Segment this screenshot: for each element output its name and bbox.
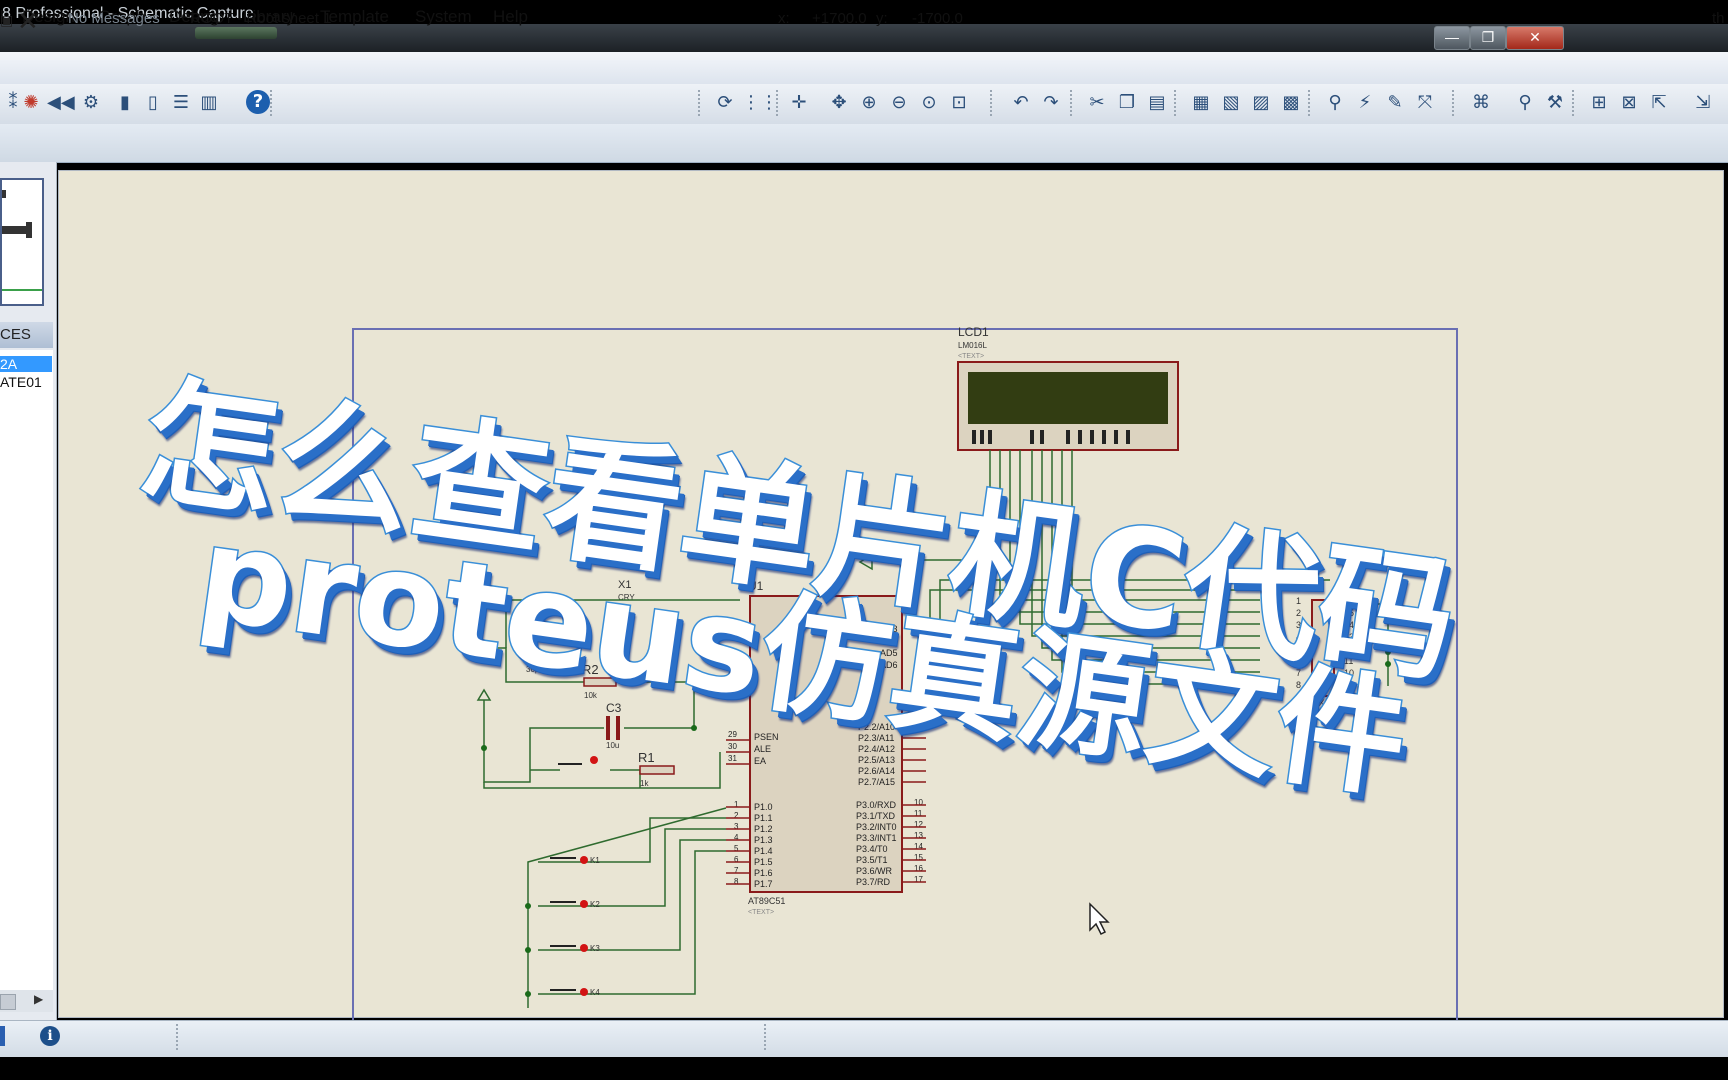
mcu-pin-label: P1.2 (754, 824, 773, 834)
lcd-screen (968, 372, 1168, 424)
r1-value-label: 1k (640, 779, 649, 788)
mcu-pin-label: P3.3/INT1 (856, 833, 897, 843)
mcu-pin-label: P1.0 (754, 802, 773, 812)
mcu-pin-label: P1.5 (754, 857, 773, 867)
mcu-part-label: AT89C51 (748, 896, 785, 906)
mcu-pin-number: 29 (728, 730, 737, 739)
lcd-text-tag: <TEXT> (958, 353, 984, 360)
status-y-label: y: (876, 10, 888, 27)
lcd-component[interactable] (957, 361, 1179, 451)
c3-value-label: 10u (606, 741, 619, 750)
mcu-pin-label: P3.4/T0 (856, 844, 888, 854)
mcu-pin-label: P1.6 (754, 868, 773, 878)
mcu-pin-label: P3.2/INT0 (856, 822, 897, 832)
mcu-pin-label: P3.7/RD (856, 877, 891, 887)
status-bar (0, 1020, 1728, 1057)
key-button-k3 (550, 944, 588, 952)
key-label: K3 (590, 944, 600, 953)
mcu-pin-number: 30 (728, 742, 737, 751)
r1-ref-label: R1 (638, 750, 655, 765)
status-play-indicator[interactable] (0, 1026, 5, 1046)
mcu-p1-pins: P1.0 P1.1 P1.2 P1.3 P1.4 P1.5 P1.6 P1.7 (754, 802, 773, 889)
mcu-text-tag: <TEXT> (748, 909, 774, 916)
key-button-k4 (550, 988, 588, 996)
status-separator (176, 1024, 178, 1052)
key-labels: K1 K2 K3 K4 (590, 856, 600, 997)
key-label: K2 (590, 900, 600, 909)
mcu-pin-label: P1.4 (754, 846, 773, 856)
mcu-pin-label: P2.5/A13 (858, 755, 895, 765)
mcu-ctrl-pin-numbers: 29 30 31 (728, 730, 737, 763)
mcu-pin-label: P3.5/T1 (856, 855, 888, 865)
mcu-pin-label: P3.0/RXD (856, 800, 897, 810)
mcu-pin-number: 31 (728, 754, 737, 763)
status-messages[interactable]: No Messages (68, 10, 160, 27)
mcu-pin-label: ALE (754, 744, 771, 754)
mcu-pin-label: P2.6/A14 (858, 766, 895, 776)
key-button-k1 (550, 856, 588, 864)
mcu-pin-label: P1.1 (754, 813, 773, 823)
status-y-value: -1700.0 (912, 10, 963, 27)
status-x-label: x: (778, 10, 790, 27)
lcd-ref-label: LCD1 (958, 325, 989, 339)
key-wires (527, 807, 727, 1008)
key-button-k2 (550, 900, 588, 908)
info-icon[interactable]: i (40, 1026, 60, 1046)
status-separator (764, 1024, 766, 1052)
key-label: K4 (590, 988, 600, 997)
r1-body (639, 765, 675, 775)
mouse-cursor-icon (1089, 902, 1110, 936)
mcu-pin-label: P1.7 (754, 879, 773, 889)
mcu-pin-label: P3.6/WR (856, 866, 893, 876)
status-sheet: ROOT - Root sheet 1 (190, 10, 332, 27)
c3-capacitor (606, 716, 620, 740)
mcu-pin-label: P1.3 (754, 835, 773, 845)
lcd-part-label: LM016L (958, 341, 987, 350)
key-label: K1 (590, 856, 600, 865)
status-right-text: th (1712, 10, 1725, 27)
reset-button (558, 756, 598, 765)
mcu-pin-label: P2.7/A15 (858, 777, 895, 787)
status-x-value: +1700.0 (812, 10, 867, 27)
mcu-pin-label: P3.1/TXD (856, 811, 896, 821)
mcu-pin-label: EA (754, 756, 766, 766)
